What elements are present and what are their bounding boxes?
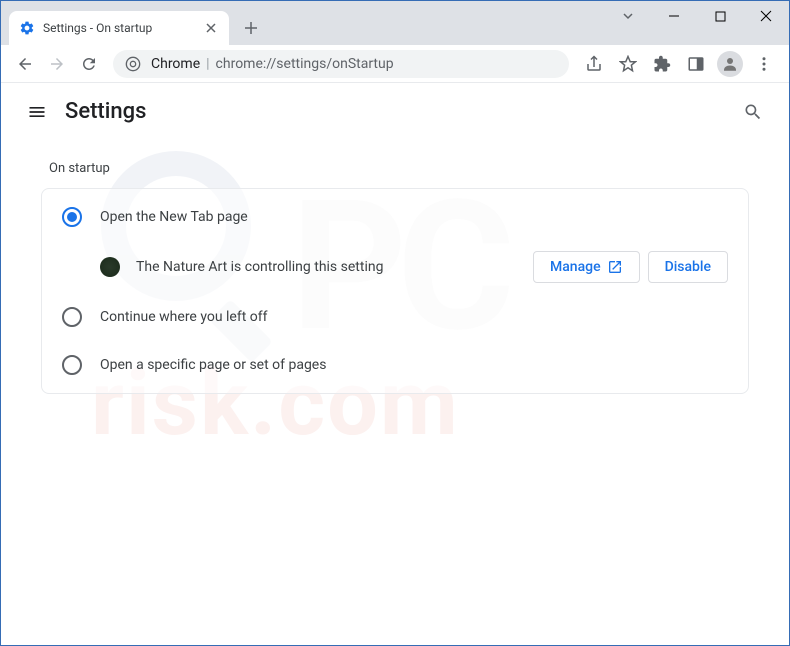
forward-button xyxy=(41,48,73,80)
new-tab-button[interactable] xyxy=(237,14,265,42)
disable-button[interactable]: Disable xyxy=(648,251,728,283)
gear-icon xyxy=(19,20,35,36)
radio-selected-icon xyxy=(62,207,82,227)
option-label: Open the New Tab page xyxy=(100,209,248,225)
startup-card: Open the New Tab page The Nature Art is … xyxy=(41,188,749,394)
option-label: Continue where you left off xyxy=(100,309,268,325)
chevron-down-icon[interactable] xyxy=(605,1,651,31)
close-button[interactable] xyxy=(743,1,789,31)
menu-icon[interactable] xyxy=(748,48,780,80)
extension-message: The Nature Art is controlling this setti… xyxy=(136,259,533,275)
addressbar: Chrome | chrome://settings/onStartup xyxy=(1,45,789,83)
hamburger-menu-button[interactable] xyxy=(17,92,57,132)
option-new-tab[interactable]: Open the New Tab page xyxy=(42,193,748,241)
chrome-icon xyxy=(125,56,141,72)
minimize-button[interactable] xyxy=(651,1,697,31)
extensions-icon[interactable] xyxy=(646,48,678,80)
manage-button[interactable]: Manage xyxy=(533,251,640,283)
option-continue[interactable]: Continue where you left off xyxy=(42,293,748,341)
content: On startup Open the New Tab page The Nat… xyxy=(1,141,789,414)
omnibox-prefix: Chrome xyxy=(151,56,200,72)
external-link-icon xyxy=(607,259,623,275)
close-tab-icon[interactable] xyxy=(203,20,219,36)
back-button[interactable] xyxy=(9,48,41,80)
titlebar: Settings - On startup xyxy=(1,1,789,45)
radio-unselected-icon xyxy=(62,355,82,375)
search-button[interactable] xyxy=(733,92,773,132)
extension-notice: The Nature Art is controlling this setti… xyxy=(42,241,748,293)
omnibox[interactable]: Chrome | chrome://settings/onStartup xyxy=(113,50,569,78)
option-label: Open a specific page or set of pages xyxy=(100,357,326,373)
share-icon[interactable] xyxy=(578,48,610,80)
tab-title: Settings - On startup xyxy=(43,21,203,35)
page-title: Settings xyxy=(65,99,146,124)
profile-avatar[interactable] xyxy=(717,51,743,77)
maximize-button[interactable] xyxy=(697,1,743,31)
radio-unselected-icon xyxy=(62,307,82,327)
bookmark-icon[interactable] xyxy=(612,48,644,80)
extension-icon xyxy=(100,257,120,277)
browser-tab[interactable]: Settings - On startup xyxy=(9,11,229,45)
sidepanel-icon[interactable] xyxy=(680,48,712,80)
option-specific-pages[interactable]: Open a specific page or set of pages xyxy=(42,341,748,389)
section-title: On startup xyxy=(49,161,749,176)
settings-header: Settings xyxy=(1,83,789,141)
disable-label: Disable xyxy=(665,259,711,275)
omnibox-separator: | xyxy=(206,56,209,72)
reload-button[interactable] xyxy=(73,48,105,80)
omnibox-url: chrome://settings/onStartup xyxy=(216,56,394,72)
manage-label: Manage xyxy=(550,259,601,275)
